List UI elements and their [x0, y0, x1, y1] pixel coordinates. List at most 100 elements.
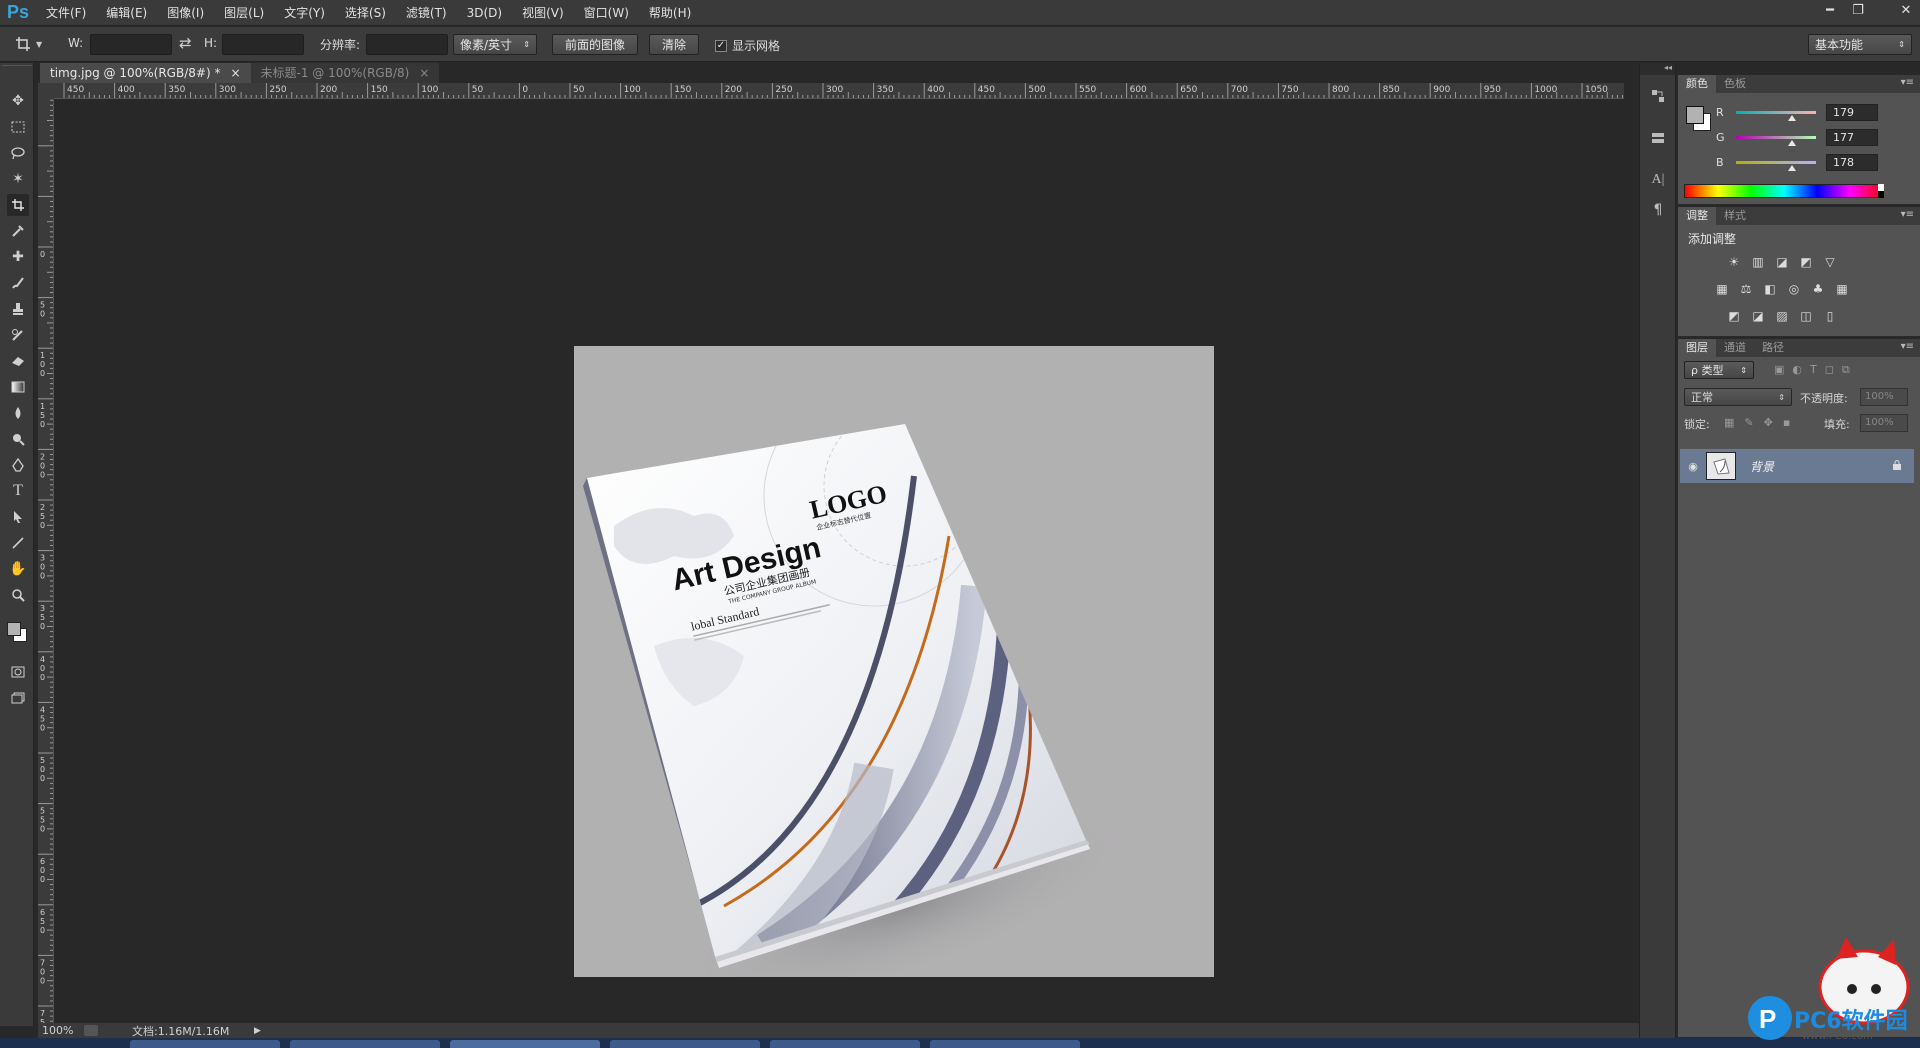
color-swatch-pair[interactable]: [1684, 103, 1714, 133]
curves-icon[interactable]: ◪: [1774, 255, 1790, 269]
color-lookup-icon[interactable]: ▦: [1834, 282, 1850, 296]
line-tool-icon[interactable]: [7, 532, 29, 554]
panel-menu-icon[interactable]: ▾≡: [1901, 209, 1914, 220]
menu-3d[interactable]: 3D(D): [457, 0, 512, 26]
tab-untitled[interactable]: 未标题-1 @ 100%(RGB/8) ×: [250, 63, 440, 83]
color-swatches[interactable]: [5, 619, 35, 649]
menu-type[interactable]: 文字(Y): [274, 0, 335, 26]
show-grid-checkbox[interactable]: ✓: [715, 39, 727, 52]
red-value-input[interactable]: 179: [1826, 103, 1878, 121]
taskbar-item[interactable]: [610, 1040, 760, 1048]
red-slider-thumb[interactable]: [1788, 114, 1797, 121]
front-image-button[interactable]: 前面的图像: [552, 34, 639, 55]
quick-mask-icon[interactable]: [7, 661, 29, 683]
exposure-icon[interactable]: ◩: [1798, 255, 1814, 269]
resolution-unit-select[interactable]: 像素/英寸 ⇕: [453, 34, 537, 55]
vibrance-icon[interactable]: ▽: [1822, 255, 1838, 269]
dodge-tool-icon[interactable]: [7, 428, 29, 450]
clone-stamp-tool-icon[interactable]: [7, 298, 29, 320]
canvas-workspace[interactable]: LOGO 企业标志替代位置 Art Design 公司企业集团画册 THE CO…: [55, 100, 1624, 1023]
restore-button[interactable]: ❐: [1844, 0, 1872, 20]
photo-filter-icon[interactable]: ◎: [1786, 282, 1802, 296]
blue-value-input[interactable]: 178: [1826, 153, 1878, 171]
layer-visibility-eye-icon[interactable]: ◉: [1680, 460, 1706, 473]
ramp-white-swatch[interactable]: [1878, 184, 1884, 191]
foreground-color-swatch[interactable]: [7, 622, 21, 636]
blur-tool-icon[interactable]: [7, 402, 29, 424]
type-tool-icon[interactable]: T: [7, 480, 29, 502]
green-slider-thumb[interactable]: [1787, 139, 1796, 146]
brightness-contrast-icon[interactable]: ☀: [1726, 255, 1742, 269]
menu-layer[interactable]: 图层(L): [214, 0, 274, 26]
filter-smart-icon[interactable]: ⧉: [1842, 363, 1850, 377]
tab-color[interactable]: 颜色: [1678, 75, 1716, 93]
menu-edit[interactable]: 编辑(E): [96, 0, 157, 26]
lock-transparent-icon[interactable]: ▦: [1724, 416, 1734, 429]
zoom-tool-icon[interactable]: [7, 584, 29, 606]
hand-tool-icon[interactable]: ✋: [7, 558, 29, 580]
zoom-level[interactable]: 100%: [42, 1024, 82, 1037]
layer-name[interactable]: 背景: [1750, 458, 1774, 475]
fill-input[interactable]: 100%: [1860, 414, 1908, 432]
lock-all-icon[interactable]: ▪: [1783, 416, 1790, 429]
taskbar-item[interactable]: [450, 1040, 600, 1048]
character-panel-icon[interactable]: A|: [1647, 169, 1669, 191]
close-button[interactable]: ✕: [1892, 0, 1920, 20]
menu-file[interactable]: 文件(F): [36, 0, 96, 26]
taskbar-item[interactable]: [290, 1040, 440, 1048]
red-slider[interactable]: [1736, 110, 1816, 121]
green-slider[interactable]: [1736, 135, 1816, 146]
panel-menu-icon[interactable]: ▾≡: [1901, 77, 1914, 88]
taskbar-item[interactable]: [770, 1040, 920, 1048]
lock-image-icon[interactable]: ✎: [1744, 416, 1753, 429]
tab-swatches[interactable]: 色板: [1716, 75, 1754, 93]
channel-mixer-icon[interactable]: ♣: [1810, 282, 1826, 296]
tab-timg[interactable]: timg.jpg @ 100%(RGB/8#) * ×: [40, 63, 251, 83]
menu-view[interactable]: 视图(V): [512, 0, 574, 26]
taskbar-item[interactable]: [130, 1040, 280, 1048]
eraser-tool-icon[interactable]: [7, 350, 29, 372]
selective-color-icon[interactable]: ◫: [1798, 309, 1814, 323]
screen-mode-icon[interactable]: [7, 687, 29, 709]
layer-row-background[interactable]: ◉ 背景: [1680, 449, 1914, 483]
blue-slider-thumb[interactable]: [1787, 164, 1796, 171]
collapse-dock-icon[interactable]: ◂◂: [1640, 63, 1675, 75]
menu-filter[interactable]: 滤镜(T): [396, 0, 457, 26]
gradient-tool-icon[interactable]: [7, 376, 29, 398]
crop-tool-icon[interactable]: [7, 194, 29, 216]
actions-panel-icon[interactable]: [1647, 127, 1669, 149]
status-menu-arrow-icon[interactable]: ▶: [254, 1026, 261, 1036]
hue-saturation-icon[interactable]: ▦: [1714, 282, 1730, 296]
panel-foreground-swatch[interactable]: [1686, 106, 1704, 124]
menu-window[interactable]: 窗口(W): [574, 0, 639, 26]
layer-thumbnail[interactable]: [1706, 452, 1736, 480]
invert-icon[interactable]: ◩: [1726, 309, 1742, 323]
width-input[interactable]: [90, 34, 172, 55]
opacity-input[interactable]: 100%: [1860, 388, 1908, 406]
swap-icon[interactable]: ⇄: [179, 34, 192, 52]
layer-filter-select[interactable]: ρ 类型 ⇕: [1684, 361, 1754, 379]
taskbar-item[interactable]: [930, 1040, 1080, 1048]
tab-adjustments[interactable]: 调整: [1678, 207, 1716, 225]
clear-button[interactable]: 清除: [649, 34, 700, 55]
paragraph-panel-icon[interactable]: ¶: [1647, 199, 1669, 221]
move-tool-icon[interactable]: ✥: [7, 90, 29, 112]
vertical-ruler[interactable]: 0501001502002503003504004505005506006507…: [38, 99, 54, 1023]
tab-styles[interactable]: 样式: [1716, 207, 1754, 225]
status-info-icon[interactable]: [84, 1025, 98, 1036]
healing-brush-tool-icon[interactable]: ✚: [7, 246, 29, 268]
color-spectrum-ramp[interactable]: [1684, 184, 1884, 198]
workspace-select[interactable]: 基本功能 ⇕: [1808, 34, 1912, 55]
ruler-origin[interactable]: [38, 83, 54, 99]
tab-layers[interactable]: 图层: [1678, 339, 1716, 357]
posterize-icon[interactable]: ◪: [1750, 309, 1766, 323]
eyedropper-tool-icon[interactable]: [7, 220, 29, 242]
show-grid-toggle[interactable]: ✓ 显示网格: [715, 37, 780, 54]
panel-menu-icon[interactable]: ▾≡: [1901, 341, 1914, 352]
threshold-icon[interactable]: ▨: [1774, 309, 1790, 323]
filter-pixel-icon[interactable]: ▣: [1774, 363, 1784, 377]
path-selection-tool-icon[interactable]: [7, 506, 29, 528]
blend-mode-select[interactable]: 正常 ⇕: [1684, 388, 1792, 406]
levels-icon[interactable]: ▥: [1750, 255, 1766, 269]
blue-slider[interactable]: [1736, 160, 1816, 171]
